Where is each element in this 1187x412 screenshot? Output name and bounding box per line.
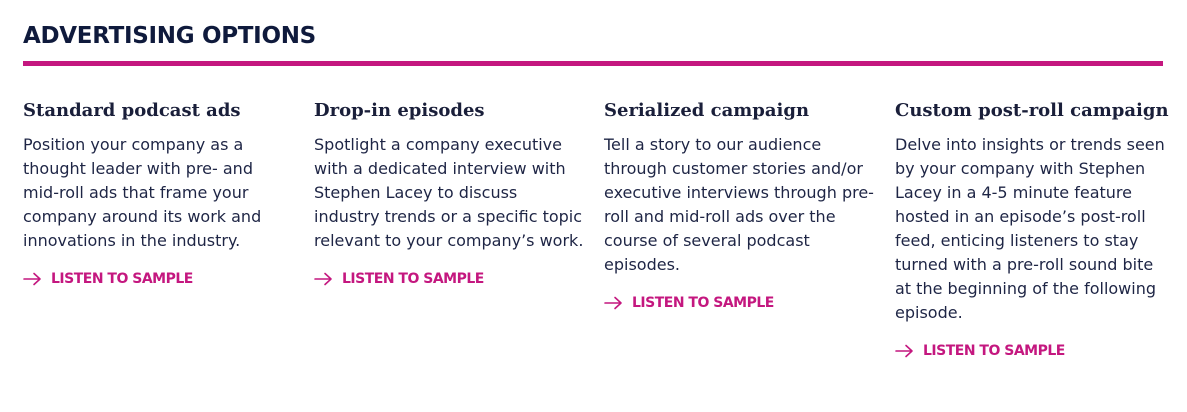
option-title: Standard podcast ads [23,100,241,121]
listen-to-sample-label: LISTEN TO SAMPLE [632,295,774,311]
option-custom-post-roll-campaign: Custom post-roll campaign Delve into ins… [895,97,1169,359]
option-description: Spotlight a company executive with a ded… [314,135,584,250]
option-description: Delve into insights or trends seen by yo… [895,135,1165,322]
listen-to-sample-label: LISTEN TO SAMPLE [923,343,1065,359]
option-description: Tell a story to our audience through cus… [604,135,874,274]
listen-to-sample-label: LISTEN TO SAMPLE [342,271,484,287]
arrow-right-icon [314,272,334,286]
listen-to-sample-link[interactable]: LISTEN TO SAMPLE [314,271,584,287]
listen-to-sample-label: LISTEN TO SAMPLE [51,271,193,287]
option-serialized-campaign: Serialized campaign Tell a story to our … [604,97,874,311]
listen-to-sample-link[interactable]: LISTEN TO SAMPLE [895,343,1165,359]
arrow-right-icon [604,296,624,310]
option-title: Custom post-roll campaign [895,100,1169,121]
section-divider [23,61,1163,66]
option-standard-podcast-ads: Standard podcast ads Position your compa… [23,97,293,287]
option-title: Serialized campaign [604,100,810,121]
option-title: Drop-in episodes [314,100,485,121]
section-title: ADVERTISING OPTIONS [23,23,316,49]
arrow-right-icon [23,272,43,286]
listen-to-sample-link[interactable]: LISTEN TO SAMPLE [23,271,293,287]
listen-to-sample-link[interactable]: LISTEN TO SAMPLE [604,295,874,311]
arrow-right-icon [895,344,915,358]
option-drop-in-episodes: Drop-in episodes Spotlight a company exe… [314,97,584,287]
option-description: Position your company as a thought leade… [23,135,262,250]
